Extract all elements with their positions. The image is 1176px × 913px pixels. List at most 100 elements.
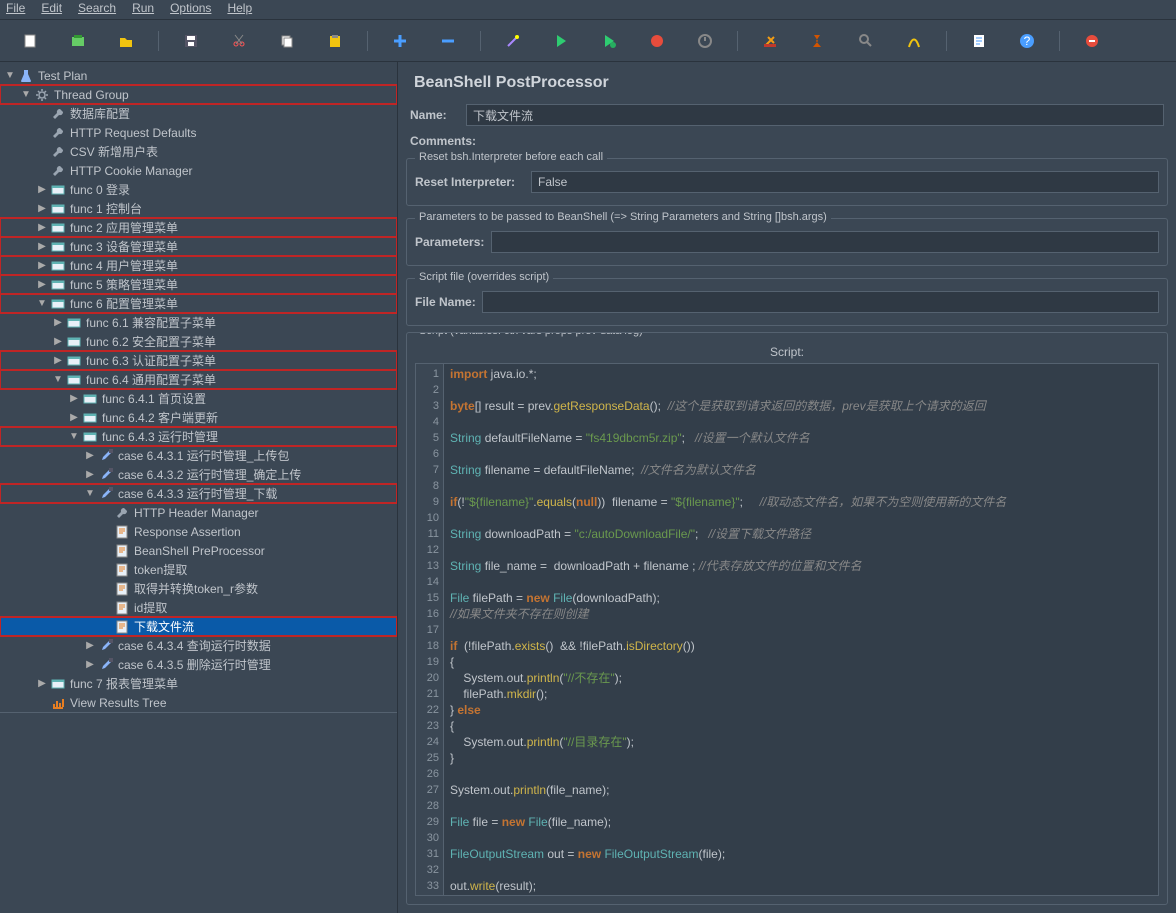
tree-arrow-icon[interactable]: [68, 431, 80, 442]
dropper-icon: [98, 486, 114, 502]
tree-arrow-icon[interactable]: [4, 70, 16, 81]
http-icon: [66, 334, 82, 350]
tree-arrow-icon[interactable]: [84, 488, 96, 499]
parameters-input[interactable]: [491, 231, 1159, 253]
tree-arrow-icon[interactable]: [84, 640, 96, 651]
toolbar-stop-button[interactable]: [637, 27, 677, 55]
tree-node[interactable]: 数据库配置: [0, 104, 397, 123]
tree-arrow-icon[interactable]: [84, 659, 96, 670]
tree-arrow-icon[interactable]: [52, 336, 64, 347]
tree-node[interactable]: View Results Tree: [0, 693, 397, 712]
toolbar-open-button[interactable]: [106, 27, 146, 55]
tree-arrow-icon[interactable]: [36, 241, 48, 252]
tree-arrow-icon[interactable]: [36, 678, 48, 689]
tree-node[interactable]: func 6.4.2 客户端更新: [0, 408, 397, 427]
tree-node[interactable]: func 6.2 安全配置子菜单: [0, 332, 397, 351]
tree-node[interactable]: case 6.4.3.4 查询运行时数据: [0, 636, 397, 655]
tree-node[interactable]: case 6.4.3.2 运行时管理_确定上传: [0, 465, 397, 484]
tree-arrow-icon[interactable]: [68, 412, 80, 423]
toolbar-help-button[interactable]: ?: [1007, 27, 1047, 55]
tree-node[interactable]: token提取: [0, 560, 397, 579]
tree-label: case 6.4.3.3 运行时管理_下载: [118, 485, 393, 502]
tree-node[interactable]: Test Plan: [0, 66, 397, 85]
toolbar-report-button[interactable]: [959, 27, 999, 55]
toolbar-search-tree-button[interactable]: [846, 27, 886, 55]
toolbar-templates-button[interactable]: [58, 27, 98, 55]
tree-node[interactable]: func 0 登录: [0, 180, 397, 199]
tree-label: Thread Group: [54, 88, 393, 102]
toolbar-clear-button[interactable]: [750, 27, 790, 55]
tree-node[interactable]: Thread Group: [0, 85, 397, 104]
toolbar-copy-button[interactable]: [267, 27, 307, 55]
comments-label: Comments:: [410, 134, 476, 148]
tree-node[interactable]: Response Assertion: [0, 522, 397, 541]
tree-node[interactable]: 下载文件流: [0, 617, 397, 636]
tree-panel[interactable]: Test Plan Thread Group 数据库配置HTTP Request D…: [0, 62, 398, 913]
tree-node[interactable]: func 6.1 兼容配置子菜单: [0, 313, 397, 332]
tree-label: func 6.4.3 运行时管理: [102, 428, 393, 445]
tree-node[interactable]: func 6 配置管理菜单: [0, 294, 397, 313]
horizontal-scrollbar[interactable]: [0, 712, 397, 726]
tree-node[interactable]: CSV 新增用户表: [0, 142, 397, 161]
file-name-input[interactable]: [482, 291, 1159, 313]
toolbar-run-button[interactable]: [541, 27, 581, 55]
tree-arrow-icon[interactable]: [36, 222, 48, 233]
tree-arrow-icon[interactable]: [20, 89, 32, 100]
script-editor[interactable]: 1234567891011121314151617181920212223242…: [415, 363, 1159, 896]
tree-node[interactable]: func 3 设备管理菜单: [0, 237, 397, 256]
tree-node[interactable]: func 6.3 认证配置子菜单: [0, 351, 397, 370]
tree-arrow-icon[interactable]: [52, 355, 64, 366]
tree-node[interactable]: func 2 应用管理菜单: [0, 218, 397, 237]
toolbar-new-button[interactable]: [10, 27, 50, 55]
tree-arrow-icon[interactable]: [36, 184, 48, 195]
tree-arrow-icon[interactable]: [36, 298, 48, 309]
toolbar-cut-button[interactable]: [219, 27, 259, 55]
toolbar-remove-button[interactable]: [428, 27, 468, 55]
menu-help[interactable]: Help: [227, 0, 252, 19]
toolbar-shutdown-button[interactable]: [685, 27, 725, 55]
tree-arrow-icon[interactable]: [36, 260, 48, 271]
tree-node[interactable]: HTTP Header Manager: [0, 503, 397, 522]
tree-node[interactable]: BeanShell PreProcessor: [0, 541, 397, 560]
menu-file[interactable]: File: [6, 0, 25, 19]
tree-node[interactable]: func 4 用户管理菜单: [0, 256, 397, 275]
page-icon: [114, 619, 130, 635]
chart-icon: [50, 695, 66, 711]
toolbar-run-current-button[interactable]: [589, 27, 629, 55]
tree-node[interactable]: func 5 策略管理菜单: [0, 275, 397, 294]
toolbar-save-button[interactable]: [171, 27, 211, 55]
tree-arrow-icon[interactable]: [84, 469, 96, 480]
tree-arrow-icon[interactable]: [52, 317, 64, 328]
http-icon: [50, 258, 66, 274]
tree-node[interactable]: HTTP Request Defaults: [0, 123, 397, 142]
toolbar-paste-button[interactable]: [315, 27, 355, 55]
tree-node[interactable]: case 6.4.3.1 运行时管理_上传包: [0, 446, 397, 465]
toolbar-fn-helper-button[interactable]: [894, 27, 934, 55]
tree-arrow-icon[interactable]: [84, 450, 96, 461]
menu-search[interactable]: Search: [78, 0, 116, 19]
tree-node[interactable]: func 1 控制台: [0, 199, 397, 218]
tree-node[interactable]: id提取: [0, 598, 397, 617]
tree-node[interactable]: func 6.4.3 运行时管理: [0, 427, 397, 446]
tree-arrow-icon[interactable]: [36, 279, 48, 290]
tree-arrow-icon[interactable]: [36, 203, 48, 214]
tree-node[interactable]: func 6.4 通用配置子菜单: [0, 370, 397, 389]
reset-interpreter-input[interactable]: [531, 171, 1159, 193]
menu-edit[interactable]: Edit: [41, 0, 62, 19]
tree-node[interactable]: func 6.4.1 首页设置: [0, 389, 397, 408]
tree-node[interactable]: HTTP Cookie Manager: [0, 161, 397, 180]
toolbar-add-button[interactable]: [380, 27, 420, 55]
toolbar-sweep-button[interactable]: [798, 27, 838, 55]
tree-label: func 7 报表管理菜单: [70, 675, 393, 692]
menu-run[interactable]: Run: [132, 0, 154, 19]
tree-node[interactable]: func 7 报表管理菜单: [0, 674, 397, 693]
name-input[interactable]: [466, 104, 1164, 126]
tree-node[interactable]: case 6.4.3.5 删除运行时管理: [0, 655, 397, 674]
tree-node[interactable]: case 6.4.3.3 运行时管理_下载: [0, 484, 397, 503]
tree-node[interactable]: 取得并转换token_r参数: [0, 579, 397, 598]
tree-arrow-icon[interactable]: [52, 374, 64, 385]
toolbar-wand-button[interactable]: [493, 27, 533, 55]
toolbar-collapse-button[interactable]: [1072, 27, 1112, 55]
tree-arrow-icon[interactable]: [68, 393, 80, 404]
menu-options[interactable]: Options: [170, 0, 211, 19]
